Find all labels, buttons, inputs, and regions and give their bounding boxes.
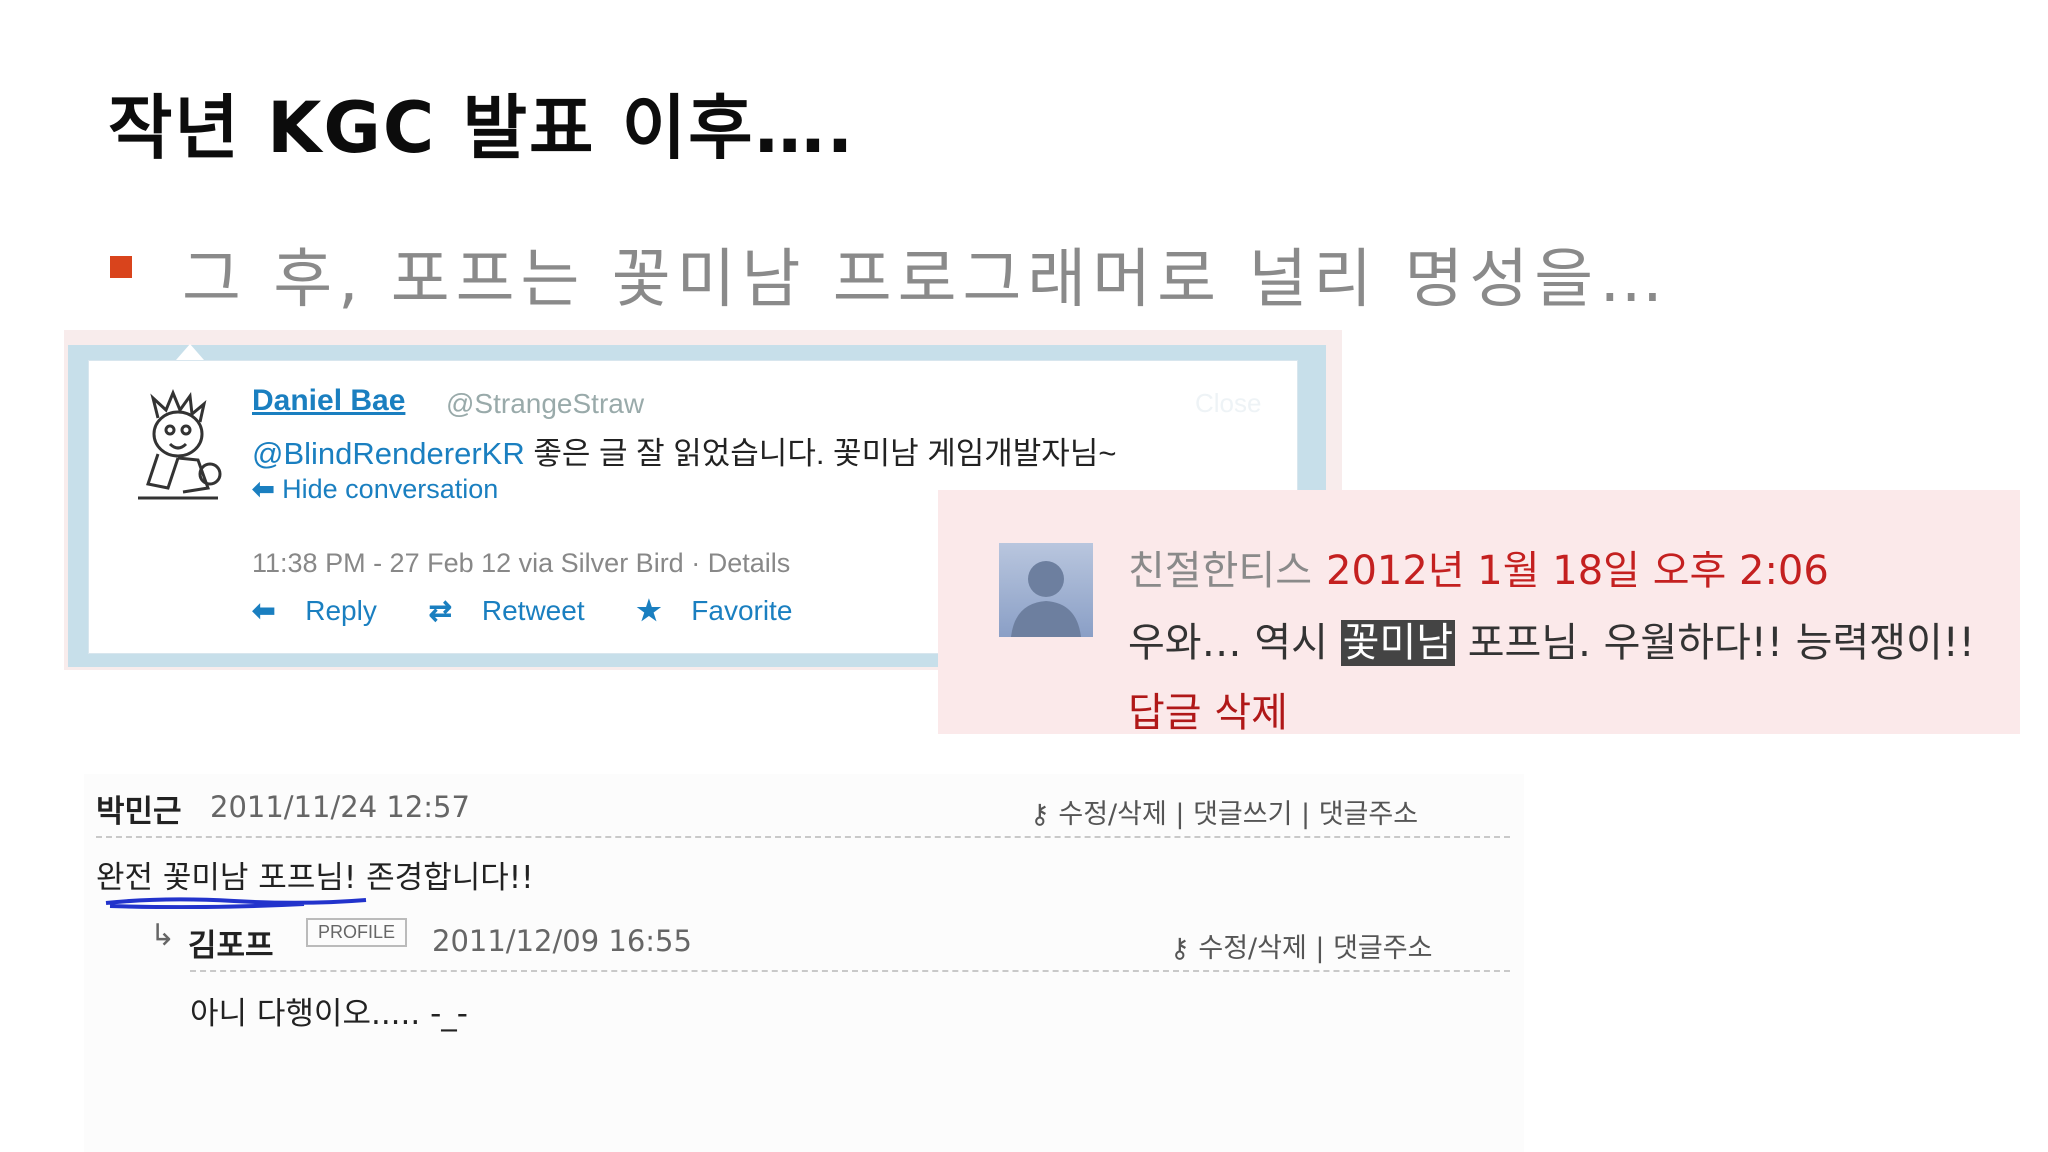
bullet-marker — [110, 256, 132, 278]
key-icon: ⚷ — [1030, 799, 1050, 830]
reply-button[interactable]: ⬅ Reply — [252, 594, 399, 627]
bullet-text: 그 후, 포프는 꽃미남 프로그래머로 널리 명성을… — [182, 243, 1670, 317]
reply-text: 아니 다행이오..... -_- — [190, 996, 468, 1032]
pink-highlight: 꽃미남 — [1340, 620, 1456, 666]
comment-date: 2011/11/24 12:57 — [210, 790, 470, 824]
profile-badge[interactable]: PROFILE — [306, 918, 408, 947]
tweet-avatar[interactable] — [128, 388, 228, 506]
tweet-author-handle: @StrangeStraw — [446, 388, 645, 419]
comment-author: 박민근 — [96, 794, 182, 830]
comment-text: 완전 꽃미남 포프님! 존경합니다!! — [96, 860, 534, 896]
handwritten-underline — [105, 897, 367, 909]
pink-comment-body: 우와… 역시 꽃미남 포프님. 우월하다!! 능력쟁이!! — [1128, 610, 1975, 668]
pink-comment-header: 친절한티스 2012년 1월 18일 오후 2:06 — [1128, 538, 1829, 596]
favorite-button[interactable]: ★ Favorite — [636, 594, 814, 627]
reply-tools[interactable]: ⚷ 수정/삭제 | 댓글주소 — [1170, 926, 1432, 965]
tweet-close-button[interactable]: Close — [1195, 388, 1261, 419]
slide-title: 작년 KGC 발표 이후…. — [108, 87, 856, 169]
tweet-body: 좋은 글 잘 읽었습니다. 꽃미남 게임개발자님~ — [524, 436, 1117, 471]
pink-comment-links[interactable]: 답글 삭제 — [1128, 680, 1288, 738]
hide-conversation-link[interactable]: ⬅ Hide conversation — [252, 474, 498, 505]
pink-body-before: 우와… 역시 — [1128, 620, 1341, 666]
retweet-button[interactable]: ⇄ Retweet — [429, 594, 607, 627]
pink-comment-author[interactable]: 친절한티스 — [1128, 548, 1312, 594]
reply-label: Reply — [305, 595, 377, 626]
tweet-actions: ⬅ Reply ⇄ Retweet ★ Favorite — [252, 594, 836, 627]
tweet-mention-link[interactable]: @BlindRendererKR — [252, 436, 525, 471]
pink-body-after: 포프님. 우월하다!! 능력쟁이!! — [1455, 620, 1975, 666]
reply-tools-label: 수정/삭제 | 댓글주소 — [1198, 933, 1433, 964]
reply-divider — [190, 970, 1510, 972]
comment-tools-label: 수정/삭제 | 댓글쓰기 | 댓글주소 — [1058, 799, 1419, 830]
retweet-icon: ⇄ — [428, 595, 453, 626]
tweet-pointer — [176, 344, 204, 360]
comment-tools[interactable]: ⚷ 수정/삭제 | 댓글쓰기 | 댓글주소 — [1030, 792, 1418, 831]
key-icon: ⚷ — [1170, 933, 1190, 964]
commenter-avatar[interactable] — [999, 543, 1093, 637]
person-silhouette-icon — [1011, 561, 1081, 637]
reply-date: 2011/12/09 16:55 — [432, 924, 692, 958]
reply-icon: ⬅ — [252, 595, 276, 626]
pink-comment-date[interactable]: 2012년 1월 18일 오후 2:06 — [1326, 548, 1829, 594]
favorite-label: Favorite — [691, 595, 793, 626]
tweet-author-name[interactable]: Daniel Bae — [252, 384, 405, 418]
tweet-meta: 11:38 PM - 27 Feb 12 via Silver Bird · D… — [252, 548, 791, 578]
hide-conversation-label: Hide conversation — [282, 474, 499, 504]
reply-arrow-icon: ⬅ — [252, 474, 275, 504]
reply-arrow-glyph: ↳ — [150, 918, 176, 953]
retweet-label: Retweet — [481, 595, 585, 626]
comment-divider — [96, 836, 1510, 838]
tweet-text: @BlindRendererKR 좋은 글 잘 읽었습니다. 꽃미남 게임개발자… — [252, 428, 1116, 473]
star-icon: ★ — [636, 595, 662, 626]
reply-author: 김포프 — [188, 928, 274, 964]
